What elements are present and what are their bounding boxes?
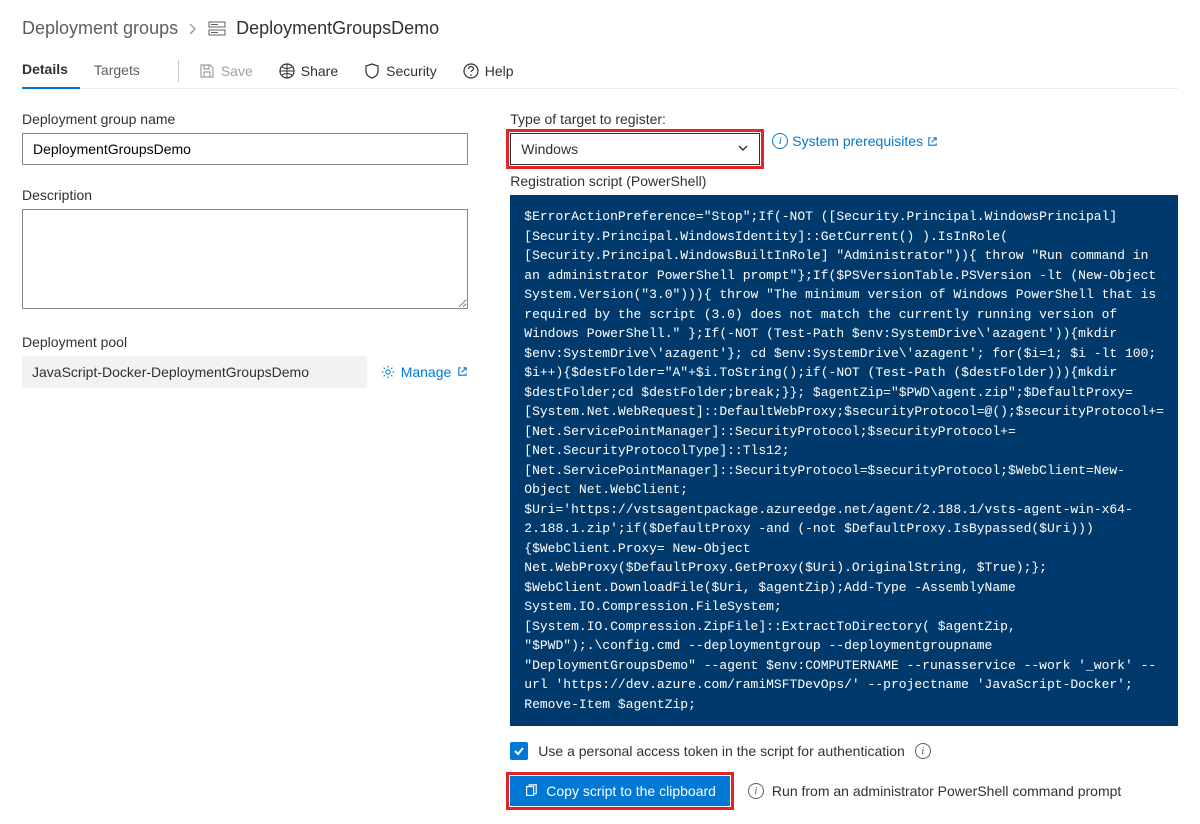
share-button[interactable]: Share: [271, 59, 346, 83]
gear-icon: [381, 365, 395, 379]
target-type-value: Windows: [521, 141, 578, 157]
pool-label: Deployment pool: [22, 334, 468, 350]
breadcrumb-current: DeploymentGroupsDemo: [236, 18, 439, 39]
share-label: Share: [301, 63, 338, 79]
copy-script-button[interactable]: Copy script to the clipboard: [510, 776, 730, 806]
copy-label: Copy script to the clipboard: [546, 783, 716, 799]
help-label: Help: [485, 63, 514, 79]
script-label: Registration script (PowerShell): [510, 173, 1178, 189]
check-icon: [513, 745, 525, 757]
info-icon: i: [748, 783, 764, 799]
run-hint-text: Run from an administrator PowerShell com…: [772, 783, 1121, 799]
run-hint: i Run from an administrator PowerShell c…: [748, 783, 1121, 799]
system-prerequisites-link[interactable]: i System prerequisites: [772, 133, 938, 149]
tab-targets[interactable]: Targets: [94, 54, 152, 88]
breadcrumb: Deployment groups DeploymentGroupsDemo: [22, 18, 1178, 39]
name-label: Deployment group name: [22, 111, 468, 127]
manage-label: Manage: [401, 364, 452, 380]
type-label: Type of target to register:: [510, 111, 1178, 127]
copy-icon: [524, 784, 538, 798]
info-icon[interactable]: i: [915, 743, 931, 759]
security-button[interactable]: Security: [356, 59, 445, 83]
security-label: Security: [386, 63, 437, 79]
pat-checkbox[interactable]: [510, 742, 528, 760]
target-type-dropdown[interactable]: Windows: [510, 133, 760, 165]
prereq-label: System prerequisites: [792, 133, 923, 149]
help-button[interactable]: Help: [455, 59, 522, 83]
breadcrumb-root[interactable]: Deployment groups: [22, 18, 178, 39]
save-icon: [199, 63, 215, 79]
name-input[interactable]: [22, 133, 468, 165]
description-input[interactable]: [22, 209, 468, 309]
chevron-down-icon: [737, 141, 749, 157]
shield-icon: [364, 63, 380, 79]
divider: [178, 60, 179, 82]
chevron-right-icon: [188, 21, 198, 37]
registration-script[interactable]: $ErrorActionPreference="Stop";If(-NOT ([…: [510, 195, 1178, 726]
save-label: Save: [221, 63, 253, 79]
description-label: Description: [22, 187, 468, 203]
external-link-icon: [457, 364, 468, 380]
external-link-icon: [927, 136, 938, 147]
toolbar: Details Targets Save Share Security Help: [22, 53, 1178, 89]
pat-label: Use a personal access token in the scrip…: [538, 743, 905, 759]
share-icon: [279, 63, 295, 79]
manage-link[interactable]: Manage: [381, 364, 469, 380]
tab-details[interactable]: Details: [22, 53, 80, 89]
help-icon: [463, 63, 479, 79]
pool-value: JavaScript-Docker-DeploymentGroupsDemo: [22, 356, 367, 388]
save-button: Save: [191, 59, 261, 83]
server-group-icon: [208, 20, 226, 38]
